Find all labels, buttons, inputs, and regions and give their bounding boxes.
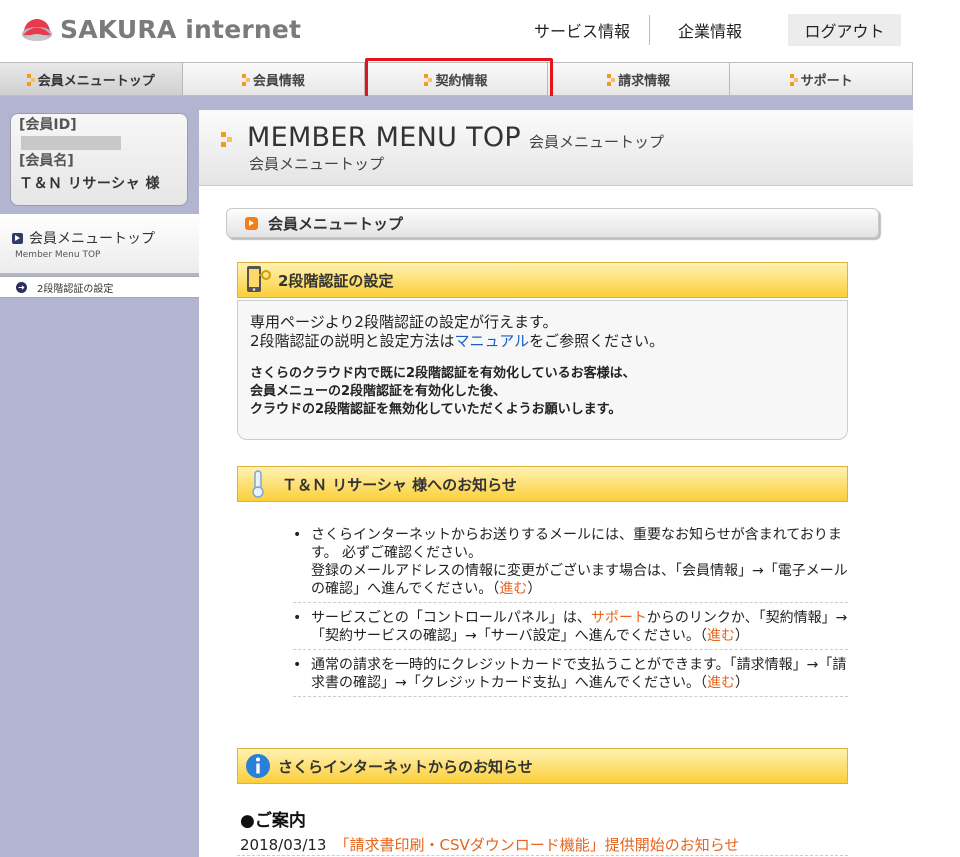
auth-line-2-end: をご参照ください。: [529, 332, 665, 350]
go-link[interactable]: 進む: [707, 628, 735, 644]
nav-bullet-icon: [26, 73, 35, 85]
tab-support[interactable]: サポート: [730, 63, 913, 95]
phone-key-icon: [238, 262, 278, 298]
notice-1-detail: 登録のメールアドレスの情報に変更がございます場合は、「会員情報」→「電子メールの…: [311, 562, 848, 598]
sidebar-item-member-top[interactable]: 会員メニュートップ Member Menu TOP: [0, 214, 199, 273]
manual-link[interactable]: マニュアル: [455, 332, 530, 350]
breadcrumb-label: 会員メニュートップ: [268, 214, 404, 233]
service-info-link[interactable]: サービス情報: [515, 18, 649, 42]
thermometer-icon: [238, 466, 278, 502]
arrow-right-icon: ➜: [16, 281, 27, 293]
member-id-label: [会員ID]: [19, 117, 77, 133]
member-id-redacted: [21, 136, 121, 150]
list-item: 通常の請求を一時的にクレジットカードで支払うことができます。「請求情報」→「請求…: [293, 650, 848, 697]
header-band: [0, 96, 913, 110]
notice-2-text: サービスごとの「コントロールパネル」は、: [311, 610, 591, 626]
logout-button[interactable]: ログアウト: [788, 14, 901, 46]
notice-3-text: 通常の請求を一時的にクレジットカードで支払うことができます。「請求情報」→「請求…: [311, 657, 847, 691]
tab-label: 会員メニュートップ: [37, 73, 155, 89]
news-date: 2018/03/13: [240, 836, 327, 854]
logo-text: SAKURA internet: [60, 14, 302, 44]
section-notice-heading: Ｔ＆Ｎ リサーシャ 様へのお知らせ: [237, 466, 848, 502]
site-header: SAKURA internet サービス情報 企業情報 ログアウト: [0, 0, 913, 62]
sidebar: [会員ID] [会員名] Ｔ＆Ｎ リサーシャ 様 会員メニュートップ Membe…: [0, 110, 199, 857]
auth-line-1: 専用ページより2段階認証の設定が行えます。: [250, 313, 558, 331]
paren-close: ）: [735, 675, 750, 691]
divider: [237, 855, 848, 856]
member-info-box: [会員ID] [会員名] Ｔ＆Ｎ リサーシャ 様: [10, 113, 188, 206]
member-name: Ｔ＆Ｎ リサーシャ 様: [19, 176, 160, 192]
sidebar-title: 会員メニュートップ: [29, 231, 155, 247]
go-link[interactable]: 進む: [499, 581, 527, 597]
company-info-link[interactable]: 企業情報: [650, 18, 742, 42]
play-square-icon: [12, 232, 23, 244]
nav-bullet-icon: [241, 73, 250, 85]
auth-info-box: 専用ページより2段階認証の設定が行えます。 2段階認証の説明と設定方法はマニュア…: [237, 300, 848, 440]
tab-billing-info[interactable]: 請求情報: [547, 63, 731, 95]
tab-label: サポート: [800, 73, 853, 89]
auth-line-2-text: 2段階認証の説明と設定方法は: [250, 332, 455, 350]
news-link[interactable]: 「請求書印刷・CSVダウンロード機能」提供開始のお知らせ: [334, 836, 739, 854]
nav-bullet-icon: [607, 73, 616, 85]
auth-bold-3: クラウドの2段階認証を無効化していただくようお願いします。: [250, 402, 622, 417]
auth-line-2: 2段階認証の説明と設定方法はマニュアルをご参照ください。: [250, 332, 835, 351]
sidebar-item-2fa[interactable]: ➜ 2段階認証の設定: [0, 276, 199, 298]
top-links: サービス情報 企業情報 ログアウト: [515, 14, 901, 46]
support-link[interactable]: サポート: [591, 610, 647, 626]
notice-1-text: さくらインターネットからお送りするメールには、重要なお知らせが含まれております。…: [311, 527, 842, 561]
section-2fa-heading: 2段階認証の設定: [237, 262, 848, 298]
notice-list: さくらインターネットからお送りするメールには、重要なお知らせが含まれております。…: [293, 520, 848, 697]
page-subtitle: 会員メニュートップ: [249, 155, 385, 173]
page-title-band: MEMBER MENU TOP 会員メニュートップ 会員メニュートップ: [199, 110, 913, 186]
section-news-heading: さくらインターネットからのお知らせ: [237, 748, 848, 784]
highlight-box: [365, 58, 553, 100]
sakura-logo-icon: [20, 14, 54, 44]
paren-close: ）: [527, 581, 542, 597]
auth-bold-2: 会員メニューの2段階認証を有効化した後、: [250, 384, 507, 399]
paren-close: ）: [734, 628, 749, 644]
notice-1-detail-text: 登録のメールアドレスの情報に変更がございます場合は、「会員情報」→「電子メールの…: [311, 563, 848, 597]
auth-bold-note: さくらのクラウド内で既に2段階認証を有効化しているお客様は、 会員メニューの2段…: [250, 365, 835, 419]
tab-label: 請求情報: [618, 73, 671, 89]
guide-heading: ●ご案内: [240, 811, 306, 831]
page-title: MEMBER MENU TOP: [247, 122, 521, 153]
play-icon: [245, 216, 258, 230]
tab-label: 会員情報: [252, 73, 305, 89]
section-notice-title: Ｔ＆Ｎ リサーシャ 様へのお知らせ: [282, 475, 517, 494]
tab-member-info[interactable]: 会員情報: [182, 63, 366, 95]
list-item: さくらインターネットからお送りするメールには、重要なお知らせが含まれております。…: [293, 520, 848, 603]
list-item: サービスごとの「コントロールパネル」は、サポートからのリンクか、「契約情報」→「…: [293, 603, 848, 650]
section-2fa-title: 2段階認証の設定: [278, 271, 394, 290]
member-name-label: [会員名]: [19, 153, 74, 169]
page-title-jp-side: 会員メニュートップ: [529, 133, 665, 151]
sakura-logo[interactable]: SAKURA internet: [20, 12, 301, 46]
sidebar-item-label: 2段階認証の設定: [37, 283, 114, 295]
go-link[interactable]: 進む: [707, 675, 735, 691]
info-icon: [238, 748, 278, 784]
tab-member-top[interactable]: 会員メニュートップ: [0, 63, 183, 95]
title-mark-icon: [221, 132, 235, 148]
auth-bold-1: さくらのクラウド内で既に2段階認証を有効化しているお客様は、: [250, 366, 636, 381]
breadcrumb: 会員メニュートップ: [226, 208, 879, 238]
news-item: 2018/03/13 「請求書印刷・CSVダウンロード機能」提供開始のお知らせ: [240, 834, 739, 855]
sidebar-subtitle: Member Menu TOP: [15, 250, 101, 260]
nav-bullet-icon: [789, 73, 798, 85]
section-news-title: さくらインターネットからのお知らせ: [278, 757, 533, 776]
